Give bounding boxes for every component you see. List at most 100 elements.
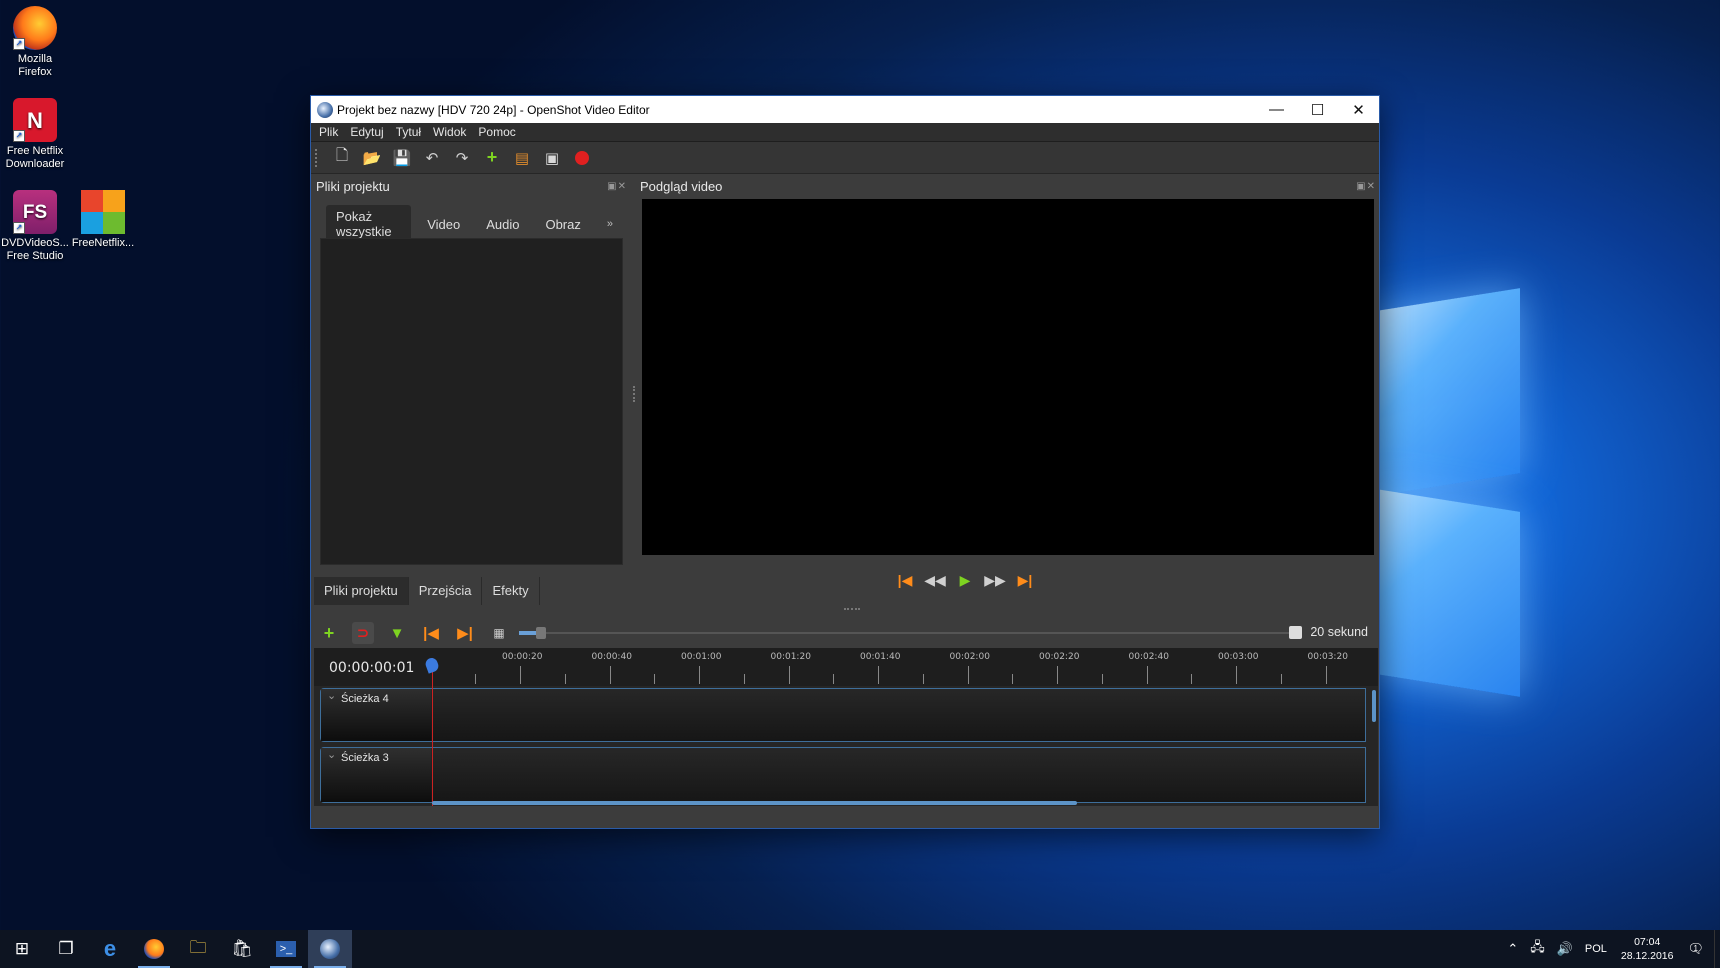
video-preview-screen[interactable] [642, 199, 1374, 555]
firefox-taskbar-icon[interactable] [132, 930, 176, 968]
panel-dock-controls[interactable]: ▣✕ [607, 181, 629, 192]
open-project-icon[interactable]: 📂 [361, 147, 383, 169]
project-files-panel: Pliki projektu ▣✕ Pokaż wszystkie Video … [314, 175, 629, 595]
volume-icon[interactable]: 🔊 [1557, 941, 1573, 957]
play-icon[interactable]: ▶ [950, 572, 980, 589]
desktop-icon-label: Free Studio [6, 250, 64, 262]
desktop-icon-firefox[interactable]: ↗ Mozilla Firefox [0, 6, 70, 79]
desktop-icon-dvdvideosoft[interactable]: FS ↗ DVDVideoS... Free Studio [0, 190, 70, 263]
language-indicator[interactable]: POL [1585, 943, 1607, 955]
add-marker-icon[interactable]: ▼ [386, 622, 408, 644]
close-button[interactable]: ✕ [1338, 96, 1379, 123]
jump-start-icon[interactable]: |◀ [890, 572, 920, 589]
maximize-button[interactable]: ☐ [1297, 96, 1338, 123]
add-track-icon[interactable]: + [318, 622, 340, 644]
panel-splitter-horizontal[interactable] [844, 608, 860, 610]
desktop-icon-label: FreeNetflix... [71, 237, 135, 249]
zoom-slider-track[interactable] [519, 632, 1294, 634]
file-explorer-icon[interactable]: 🗀 [176, 930, 220, 968]
ruler-tick [1325, 666, 1327, 684]
timeline-vertical-scrollbar[interactable] [1372, 690, 1376, 722]
track-row[interactable]: Ścieżka 4 [320, 688, 1366, 742]
snapping-magnet-icon[interactable]: ⊃ [352, 622, 374, 644]
undo-icon[interactable]: ↶ [421, 147, 443, 169]
project-files-list[interactable] [320, 238, 623, 565]
previous-marker-icon[interactable]: |◀ [420, 622, 442, 644]
ruler-tick [609, 666, 611, 684]
powershell-icon[interactable]: >_ [264, 930, 308, 968]
track-row[interactable]: Ścieżka 3 [320, 747, 1366, 803]
openshot-taskbar-icon[interactable] [308, 930, 352, 968]
show-desktop-button[interactable] [1714, 930, 1720, 968]
timeline-horizontal-scrollbar[interactable] [432, 801, 1077, 805]
tab-transitions[interactable]: Przejścia [409, 577, 483, 605]
menu-plik[interactable]: Plik [319, 125, 338, 139]
ruler-tick [699, 666, 700, 684]
rewind-icon[interactable]: ◀◀ [920, 572, 950, 589]
tab-effects[interactable]: Efekty [482, 577, 540, 605]
tab-project-files[interactable]: Pliki projektu [314, 577, 409, 605]
export-video-icon[interactable] [571, 147, 593, 169]
ruler-tick-label: 00:03:00 [1218, 652, 1259, 662]
network-icon[interactable]: 🖧 [1530, 938, 1545, 960]
track-label[interactable]: Ścieżka 3 [321, 748, 431, 802]
clock-date: 28.12.2016 [1620, 950, 1674, 962]
desktop-icon-label: Firefox [18, 66, 52, 78]
filter-image[interactable]: Obraz [535, 213, 590, 236]
toolbar-grip[interactable] [315, 148, 321, 167]
ruler-tick-label: 00:02:20 [1039, 652, 1080, 662]
timeline-toolbar: + ⊃ ▼ |◀ ▶| ▦ 20 sekund [314, 618, 1378, 648]
minimize-button[interactable]: — [1256, 96, 1297, 123]
zoom-slider-handle[interactable] [536, 627, 546, 639]
desktop-icon-label: Downloader [5, 158, 65, 170]
ruler-tick [833, 674, 835, 684]
menu-tytul[interactable]: Tytuł [396, 125, 421, 139]
desktop-icon-freenetflix[interactable]: FreeNetflix... [68, 190, 138, 250]
filter-audio[interactable]: Audio [476, 213, 529, 236]
action-center-icon[interactable]: 🗨 1 [1687, 941, 1704, 957]
fs-glyph: FS [22, 201, 48, 223]
zoom-checkbox[interactable] [1289, 625, 1303, 639]
ruler-tick [564, 674, 566, 684]
timeline-ruler[interactable]: 00:00:00:01 00:00:20 00:00:40 00:01:00 00:0… [314, 648, 1378, 686]
track-label[interactable]: Ścieżka 4 [321, 689, 431, 741]
import-files-icon[interactable]: + [481, 147, 503, 169]
fast-forward-icon[interactable]: ▶▶ [980, 572, 1010, 589]
redo-icon[interactable]: ↷ [451, 147, 473, 169]
timeline[interactable]: 00:00:00:01 00:00:20 00:00:40 00:01:00 00:0… [314, 648, 1378, 806]
taskbar: ⊞ ❐ e 🗀 🛍 >_ ⌃ 🖧 🔊 POL 07:04 28.12.2016 … [0, 930, 1720, 968]
windows-logo-wallpaper [1370, 288, 1720, 720]
next-marker-icon[interactable]: ▶| [454, 622, 476, 644]
ruler-tick [1191, 674, 1193, 684]
start-button[interactable]: ⊞ [0, 930, 44, 968]
clock[interactable]: 07:04 28.12.2016 [1621, 935, 1674, 963]
desktop-icon-free-netflix-downloader[interactable]: N ↗ Free Netflix Downloader [0, 98, 70, 171]
ruler-tick [967, 666, 969, 684]
chevron-up-icon[interactable]: ⌃ [1507, 941, 1518, 957]
menu-widok[interactable]: Widok [433, 125, 466, 139]
ruler-tick [1057, 666, 1058, 684]
center-timeline-icon[interactable]: ▦ [488, 622, 510, 644]
ruler-tick [743, 674, 745, 684]
fullscreen-icon[interactable]: ▣ [541, 147, 563, 169]
panel-dock-controls[interactable]: ▣✕ [1356, 181, 1378, 192]
netflix-n-glyph: N [27, 107, 43, 133]
zoom-scale: 20 sekund [1289, 625, 1368, 639]
choose-profile-icon[interactable]: ▤ [511, 147, 533, 169]
menu-edytuj[interactable]: Edytuj [350, 125, 383, 139]
jump-end-icon[interactable]: ▶| [1010, 572, 1040, 589]
task-view-icon[interactable]: ❐ [44, 930, 88, 968]
more-filters-button[interactable]: » [597, 214, 623, 234]
video-preview-title: Podgląd video [640, 178, 723, 194]
filter-video[interactable]: Video [417, 213, 470, 236]
title-bar[interactable]: Projekt bez nazwy [HDV 720 24p] - OpenSh… [311, 96, 1379, 123]
playhead-line[interactable] [432, 658, 433, 806]
ruler-tick-label: 00:02:40 [1128, 652, 1169, 662]
save-project-icon[interactable]: 💾 [391, 147, 413, 169]
zoom-slider-fill [519, 631, 537, 635]
store-icon[interactable]: 🛍 [220, 930, 264, 968]
new-project-icon[interactable]: 🗋 [331, 147, 353, 169]
panel-splitter-vertical[interactable] [633, 386, 635, 402]
edge-icon[interactable]: e [88, 930, 132, 968]
menu-pomoc[interactable]: Pomoc [478, 125, 515, 139]
